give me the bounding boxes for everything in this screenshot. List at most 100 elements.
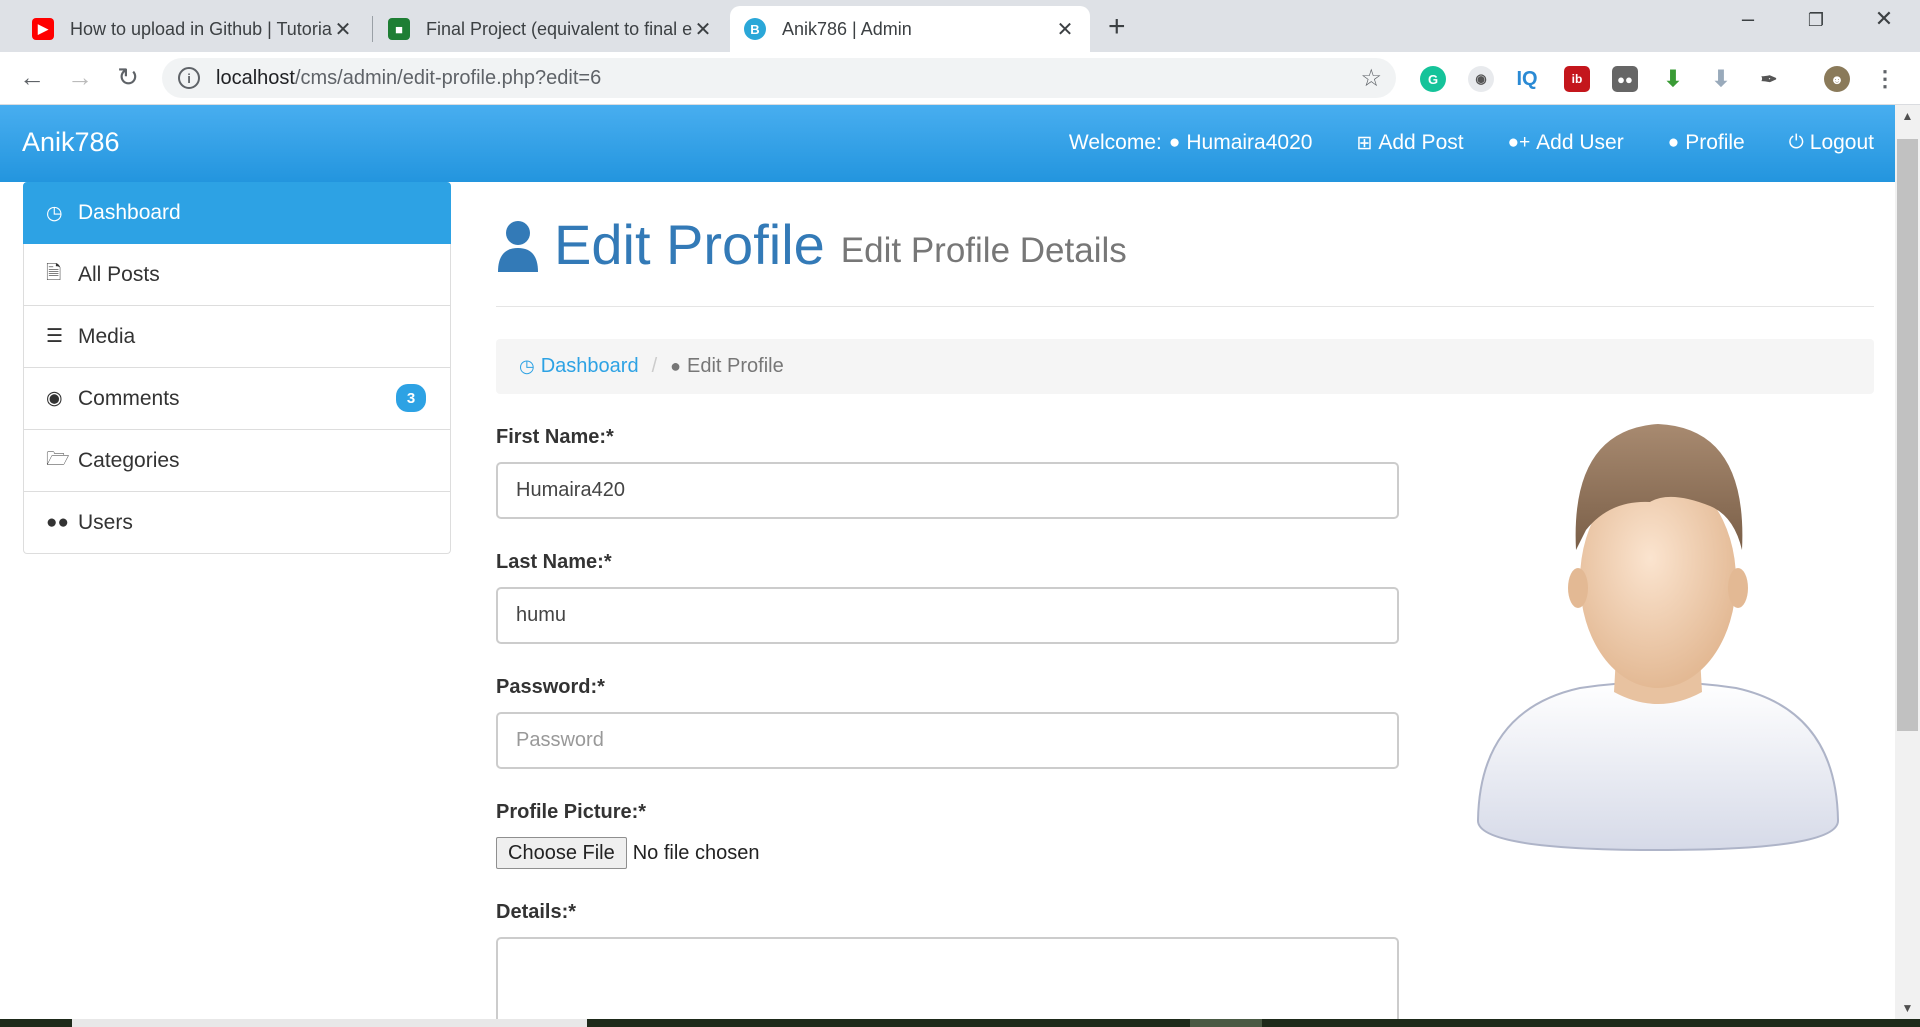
sidebar-item-users[interactable]: ●● Users	[23, 492, 451, 554]
first-name-input[interactable]: Humaira420	[496, 462, 1399, 519]
profile-link[interactable]: ● Profile	[1668, 131, 1745, 155]
choose-file-button[interactable]: Choose File	[496, 837, 627, 869]
user-plus-icon: ●+	[1507, 132, 1531, 153]
add-post-label: Add Post	[1378, 131, 1464, 154]
url-text: localhost/cms/admin/edit-profile.php?edi…	[216, 67, 601, 90]
tampermonkey-icon[interactable]: ●●	[1612, 66, 1638, 92]
classroom-icon: ■	[388, 18, 410, 40]
user-icon: ●	[1667, 132, 1680, 153]
grammarly-icon[interactable]: G	[1420, 66, 1446, 92]
new-tab-icon[interactable]: +	[1108, 10, 1126, 44]
welcome-user[interactable]: Welcome: ● Humaira4020	[1069, 131, 1313, 155]
tab-title: Final Project (equivalent to final exam)	[426, 18, 692, 39]
breadcrumb-current: ● Edit Profile	[670, 355, 784, 378]
browser-toolbar: ← → ↻ i localhost/cms/admin/edit-profile…	[0, 52, 1920, 105]
first-name-label: First Name:*	[496, 426, 614, 448]
ib-extension-icon[interactable]: ib	[1564, 66, 1590, 92]
add-user-label: Add User	[1536, 131, 1624, 154]
iq-extension-icon[interactable]: IQ	[1514, 66, 1540, 92]
browser-tab-admin[interactable]: B Anik786 | Admin ✕	[730, 6, 1090, 52]
page-subtitle: Edit Profile Details	[840, 231, 1127, 270]
edit-profile-form: First Name:* Humaira420 Last Name:* humu…	[496, 426, 1399, 1027]
sidebar-item-label: Categories	[78, 448, 180, 472]
browser-tab-strip: ▶ How to upload in Github | Tutorial ✕ ■…	[0, 0, 1920, 52]
sidebar-item-label: Comments	[78, 386, 180, 410]
info-icon[interactable]: i	[178, 67, 200, 89]
bookmark-star-icon[interactable]: ☆	[1360, 64, 1382, 93]
sidebar-item-label: Dashboard	[78, 201, 181, 224]
tab-title: How to upload in Github | Tutorial	[70, 18, 332, 39]
menu-dots-icon[interactable]: ⋮	[1872, 66, 1898, 92]
add-user-link[interactable]: ●+ Add User	[1508, 131, 1624, 155]
page-header: Edit Profile Edit Profile Details	[496, 182, 1874, 307]
close-icon[interactable]: ✕	[1054, 17, 1076, 42]
download-arrow-icon[interactable]: ⬇	[1708, 66, 1734, 92]
eyedropper-icon[interactable]: ✒	[1756, 66, 1782, 92]
logout-link[interactable]: ⏻ Logout	[1789, 131, 1874, 155]
power-icon: ⏻	[1788, 132, 1804, 153]
sidebar-menu: ◷ Dashboard 🗎 All Posts ☰ Media ◉ Commen…	[23, 182, 451, 554]
sidebar-item-all-posts[interactable]: 🗎 All Posts	[23, 244, 451, 306]
sidebar-item-dashboard[interactable]: ◷ Dashboard	[23, 182, 451, 244]
vertical-scrollbar[interactable]: ▲ ▼	[1895, 105, 1920, 1019]
forward-arrow-icon[interactable]: →	[62, 62, 98, 93]
comment-icon: ◉	[46, 388, 63, 409]
eye-extension-icon[interactable]: ◉	[1468, 66, 1494, 92]
sidebar-item-categories[interactable]: 🗁 Categories	[23, 430, 451, 492]
taskbar-segment	[72, 1019, 587, 1027]
breadcrumb-current-label: Edit Profile	[687, 355, 784, 377]
details-textarea[interactable]	[496, 937, 1399, 1027]
logout-label: Logout	[1809, 131, 1874, 154]
window-close-icon[interactable]: ✕	[1864, 6, 1904, 32]
breadcrumb-dashboard-link[interactable]: ◷ Dashboard	[519, 355, 639, 378]
back-arrow-icon[interactable]: ←	[14, 62, 50, 93]
sidebar-item-comments[interactable]: ◉ Comments 3	[23, 368, 451, 430]
page-title: Edit Profile	[554, 212, 825, 276]
reload-icon[interactable]: ↻	[110, 62, 146, 93]
close-icon[interactable]: ✕	[692, 17, 714, 42]
taskbar-strip	[0, 1019, 1920, 1027]
file-status-text: No file chosen	[632, 841, 760, 864]
app-navbar: Anik786 Welcome: ● Humaira4020 ⊞ Add Pos…	[0, 105, 1895, 182]
database-icon: ☰	[46, 326, 64, 347]
browser-tab-youtube[interactable]: ▶ How to upload in Github | Tutorial ✕	[18, 6, 368, 52]
users-icon: ●●	[46, 511, 69, 533]
profile-label: Profile	[1685, 131, 1745, 154]
sidebar-item-label: Media	[78, 324, 136, 348]
sidebar-item-media[interactable]: ☰ Media	[23, 306, 451, 368]
password-label: Password:*	[496, 676, 605, 698]
navbar-links: Welcome: ● Humaira4020 ⊞ Add Post ●+ Add…	[1025, 131, 1874, 155]
sidebar-item-label: All Posts	[78, 262, 160, 286]
last-name-input[interactable]: humu	[496, 587, 1399, 644]
tab-separator	[372, 16, 373, 42]
welcome-label: Welcome:	[1068, 131, 1162, 154]
address-bar[interactable]: i localhost/cms/admin/edit-profile.php?e…	[162, 58, 1396, 98]
scroll-down-arrow-icon[interactable]: ▼	[1895, 1001, 1920, 1015]
details-label: Details:*	[496, 901, 577, 923]
minimize-icon[interactable]: –	[1728, 6, 1768, 32]
browser-tab-classroom[interactable]: ■ Final Project (equivalent to final exa…	[374, 6, 728, 52]
profile-avatar-image	[1476, 424, 1840, 852]
sidebar-item-label: Users	[78, 510, 133, 534]
user-icon: ●	[670, 356, 681, 376]
password-input[interactable]: Password	[496, 712, 1399, 769]
add-post-link[interactable]: ⊞ Add Post	[1356, 131, 1463, 155]
file-input: Choose File No file chosen	[496, 837, 1399, 869]
breadcrumb-link-label: Dashboard	[540, 355, 639, 377]
url-path: /cms/admin/edit-profile.php?edit=6	[294, 66, 602, 89]
restore-icon[interactable]: ❐	[1796, 10, 1836, 31]
scroll-up-arrow-icon[interactable]: ▲	[1895, 109, 1920, 123]
breadcrumb: ◷ Dashboard / ● Edit Profile	[496, 339, 1874, 394]
scrollbar-thumb[interactable]	[1897, 139, 1918, 731]
last-name-label: Last Name:*	[496, 551, 612, 573]
dashboard-icon: ◷	[46, 202, 63, 224]
taskbar-segment	[1190, 1019, 1262, 1027]
breadcrumb-separator: /	[651, 355, 658, 377]
brand-link[interactable]: Anik786	[22, 127, 120, 158]
file-icon: 🗎	[46, 262, 62, 284]
close-icon[interactable]: ✕	[332, 17, 354, 42]
profile-picture-label: Profile Picture:*	[496, 801, 647, 823]
download-manager-icon[interactable]: ⬇	[1660, 66, 1686, 92]
url-host: localhost	[216, 66, 295, 89]
profile-avatar-icon[interactable]: ☻	[1824, 66, 1850, 92]
